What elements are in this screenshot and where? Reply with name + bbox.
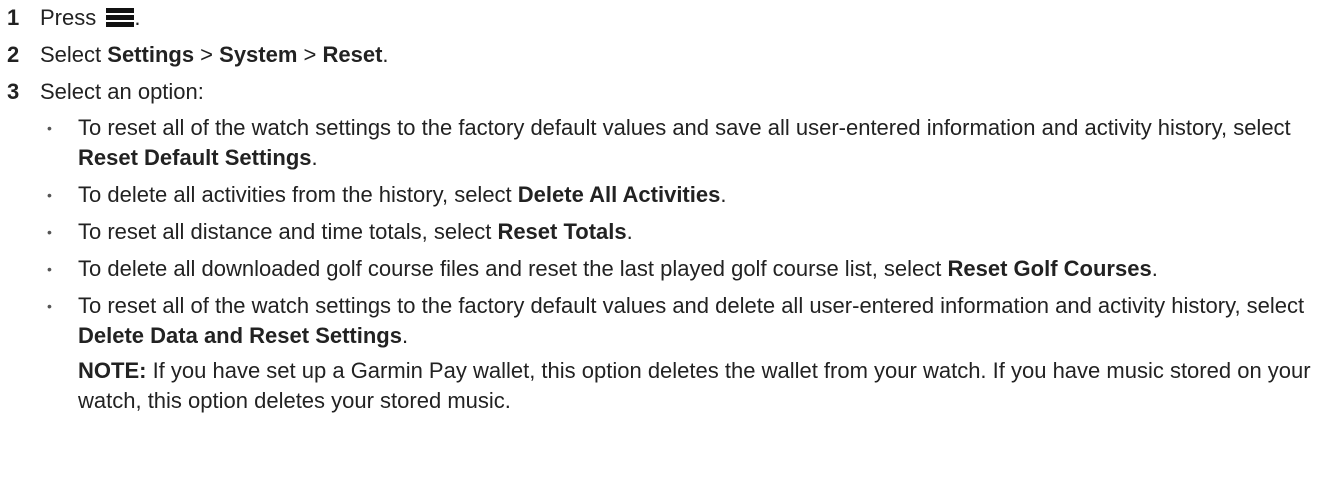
step-body: Select an option: • To reset all of the … <box>40 77 1329 423</box>
instructions-document: 1 Press . 2 Select Settings > System > R… <box>0 0 1329 486</box>
bullet-icon: • <box>47 187 52 203</box>
option-text: To reset all distance and time totals, s… <box>78 219 633 244</box>
step-3: 3 Select an option: • To reset all of th… <box>7 77 1329 423</box>
option-text: To delete all activities from the histor… <box>78 182 727 207</box>
option-list: • To reset all of the watch settings to … <box>40 113 1329 416</box>
step-body: Select Settings > System > Reset. <box>40 40 1329 70</box>
path-separator: > <box>194 42 220 67</box>
list-item: • To reset all of the watch settings to … <box>40 291 1329 416</box>
step-number: 1 <box>7 5 20 30</box>
path-separator: > <box>297 42 323 67</box>
step-number: 3 <box>7 79 20 104</box>
option-name: Delete All Activities <box>517 182 721 207</box>
menu-item-settings: Settings <box>107 42 195 67</box>
step-text: Select <box>40 42 108 67</box>
step-body: Press . <box>40 3 1329 33</box>
list-item: • To delete all activities from the hist… <box>40 180 1329 210</box>
bullet-icon: • <box>47 120 52 136</box>
list-item: • To reset all distance and time totals,… <box>40 217 1329 247</box>
option-name: Delete Data and Reset Settings <box>78 323 402 348</box>
option-name: Reset Totals <box>497 219 627 244</box>
step-text: Press <box>40 5 97 30</box>
note-label: NOTE: <box>78 358 147 383</box>
list-item: • To reset all of the watch settings to … <box>40 113 1329 173</box>
bullet-icon: • <box>47 298 52 314</box>
list-item: • To delete all downloaded golf course f… <box>40 254 1329 284</box>
menu-item-reset: Reset <box>322 42 383 67</box>
step-1: 1 Press . <box>7 3 1329 33</box>
note: NOTE: If you have set up a Garmin Pay wa… <box>78 356 1329 416</box>
step-text: Select an option: <box>40 79 204 104</box>
option-name: Reset Default Settings <box>78 145 312 170</box>
bullet-icon: • <box>47 261 52 277</box>
note-text: If you have set up a Garmin Pay wallet, … <box>78 358 1311 413</box>
step-2: 2 Select Settings > System > Reset. <box>7 40 1329 70</box>
step-punctuation: . <box>134 5 141 30</box>
menu-icon <box>106 6 135 28</box>
menu-item-system: System <box>219 42 298 67</box>
bullet-icon: • <box>47 224 52 240</box>
option-text: To reset all of the watch settings to th… <box>78 115 1291 170</box>
option-text: To delete all downloaded golf course fil… <box>78 256 1158 281</box>
option-text: To reset all of the watch settings to th… <box>78 291 1329 416</box>
step-number: 2 <box>7 42 20 67</box>
step-punctuation: . <box>382 42 389 67</box>
option-name: Reset Golf Courses <box>947 256 1152 281</box>
